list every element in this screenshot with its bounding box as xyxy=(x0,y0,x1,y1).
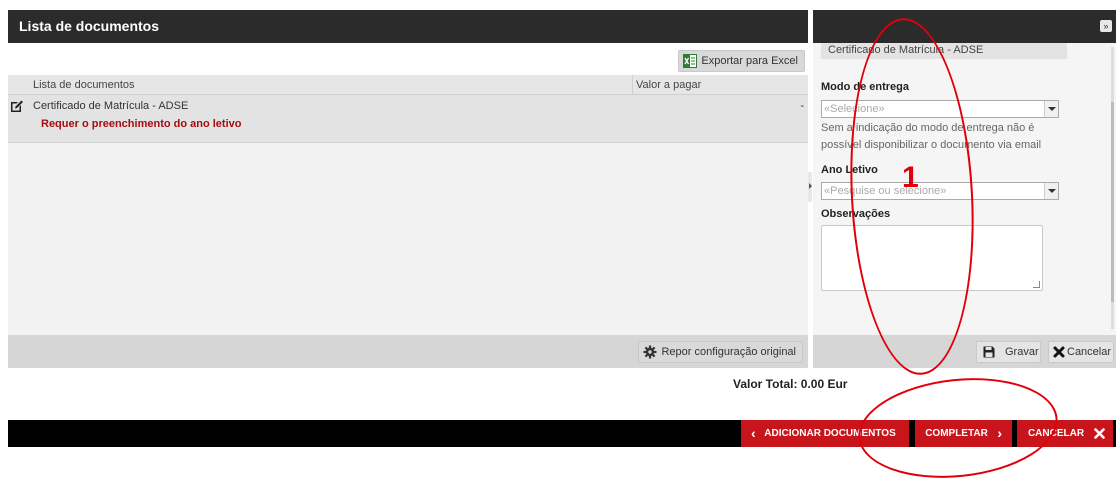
cancel-detail-label: Cancelar xyxy=(1067,346,1112,358)
detail-scrollbar-thumb[interactable] xyxy=(1111,102,1114,302)
complete-label: COMPLETAR xyxy=(925,428,988,439)
detail-panel-footer: Gravar Cancelar xyxy=(813,335,1116,368)
school-year-select[interactable]: «Pesquise ou selecione» xyxy=(821,182,1059,200)
documents-panel: Lista de documentos Exportar para Excel … xyxy=(8,10,808,368)
cancel-detail-button[interactable]: Cancelar xyxy=(1048,341,1114,363)
column-header-value[interactable]: Valor a pagar xyxy=(636,79,701,91)
export-excel-label: Exportar para Excel xyxy=(701,55,798,67)
excel-icon xyxy=(683,54,698,68)
documents-table-empty-area xyxy=(8,144,808,334)
column-divider[interactable] xyxy=(632,75,633,95)
total-amount: Valor Total: 0.00 Eur xyxy=(733,377,848,391)
gear-icon xyxy=(643,345,657,359)
delivery-mode-info: Sem a indicação do modo de entrega não é… xyxy=(821,122,1042,151)
save-button[interactable]: Gravar xyxy=(976,341,1041,363)
delivery-mode-placeholder: «Selecione» xyxy=(824,103,885,115)
delivery-mode-label: Modo de entrega xyxy=(821,81,910,93)
floppy-disk-icon xyxy=(983,346,995,358)
chevron-right-icon: › xyxy=(997,425,1002,441)
documents-panel-footer: Repor configuração original xyxy=(8,335,808,368)
table-row[interactable]: Certificado de Matrícula - ADSE - Requer… xyxy=(8,95,808,143)
delivery-mode-select[interactable]: «Selecione» xyxy=(821,100,1059,118)
collapse-panel-icon[interactable]: » xyxy=(1100,20,1112,32)
add-documents-label: ADICIONAR DOCUMENTOS xyxy=(764,428,896,439)
page: Lista de documentos Exportar para Excel … xyxy=(0,0,1116,479)
edit-icon[interactable] xyxy=(10,99,24,113)
document-detail-panel: » Certificado de Matrícula - ADSE Modo d… xyxy=(813,10,1116,368)
cancel-button[interactable]: CANCELAR xyxy=(1017,420,1113,447)
document-warning: Requer o preenchimento do ano letivo xyxy=(41,118,242,130)
notes-textarea[interactable] xyxy=(821,225,1043,291)
detail-scrollbar[interactable] xyxy=(1111,47,1114,329)
save-button-label: Gravar xyxy=(1005,346,1039,358)
school-year-placeholder: «Pesquise ou selecione» xyxy=(824,185,947,197)
export-excel-button[interactable]: Exportar para Excel xyxy=(678,50,805,72)
panel-splitter-handle[interactable] xyxy=(808,172,812,202)
document-name: Certificado de Matrícula - ADSE xyxy=(33,100,189,112)
chevron-down-icon[interactable] xyxy=(1044,183,1058,199)
reset-configuration-button[interactable]: Repor configuração original xyxy=(638,341,803,363)
documents-panel-title: Lista de documentos xyxy=(8,10,808,43)
close-icon xyxy=(1053,346,1065,358)
add-documents-button[interactable]: ‹ ADICIONAR DOCUMENTOS xyxy=(741,420,909,447)
complete-button[interactable]: COMPLETAR › xyxy=(915,420,1012,447)
school-year-label: Ano Letivo xyxy=(821,164,878,176)
annotation-number-1: 1 xyxy=(902,161,919,194)
close-icon xyxy=(1094,428,1105,439)
documents-table-header: Lista de documentos Valor a pagar xyxy=(8,75,808,95)
documents-toolbar: Exportar para Excel xyxy=(8,43,808,75)
document-value: - xyxy=(800,100,804,112)
chevron-down-icon[interactable] xyxy=(1044,101,1058,117)
notes-label: Observações xyxy=(821,208,891,220)
selected-document-field: Certificado de Matrícula - ADSE xyxy=(821,43,1067,59)
detail-panel-body: Certificado de Matrícula - ADSE Modo de … xyxy=(813,43,1116,335)
detail-panel-header: » xyxy=(813,10,1116,43)
column-header-documents[interactable]: Lista de documentos xyxy=(33,79,135,91)
chevron-left-icon: ‹ xyxy=(751,425,756,441)
cancel-label: CANCELAR xyxy=(1027,428,1085,439)
reset-configuration-label: Repor configuração original xyxy=(661,346,796,358)
